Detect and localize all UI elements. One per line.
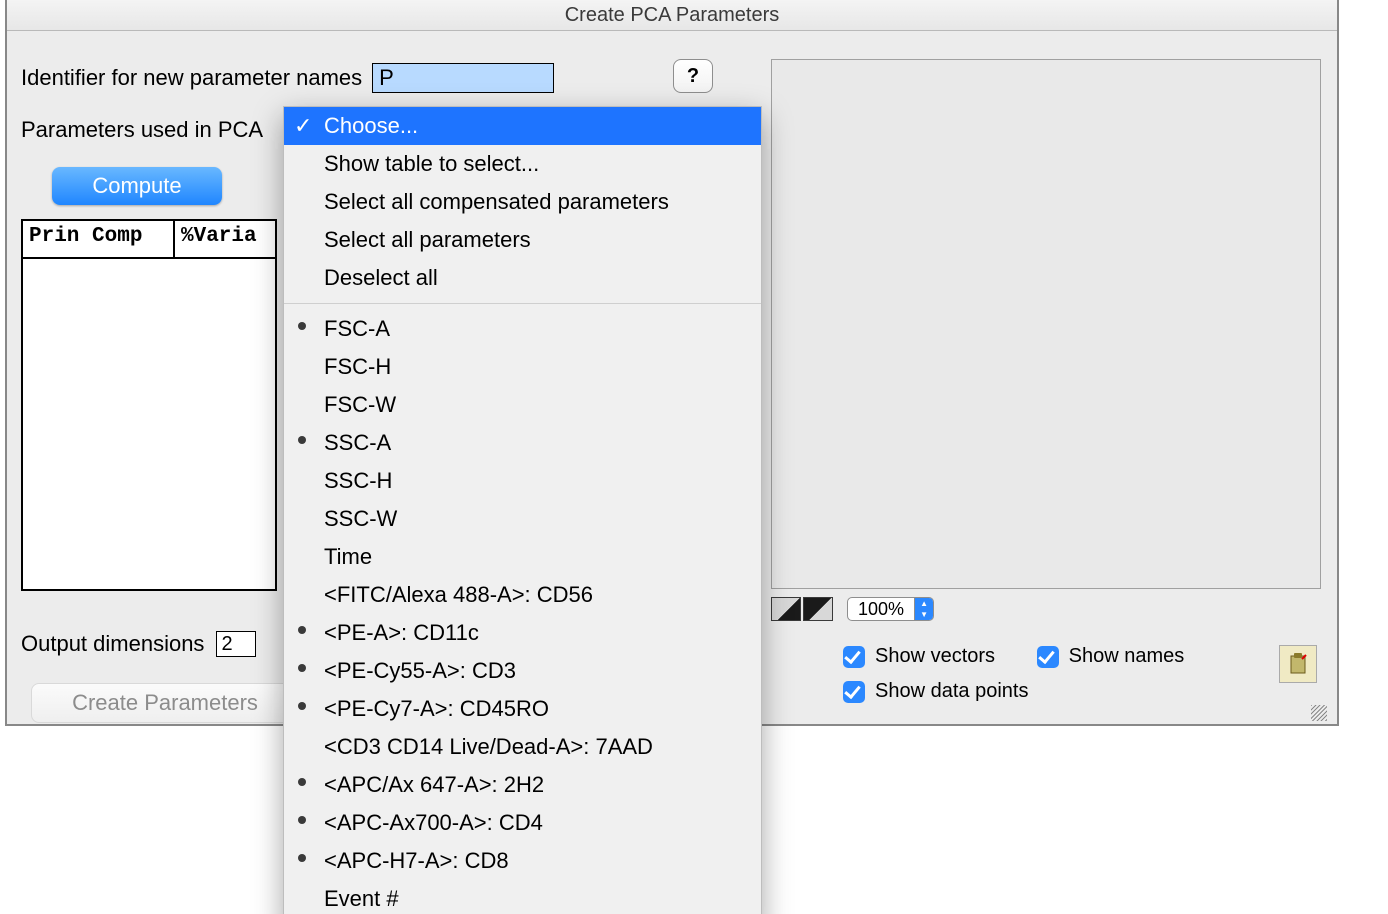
bullet-icon [298, 854, 306, 862]
menu-param[interactable]: FSC-H [284, 348, 761, 386]
menu-param[interactable]: <FITC/Alexa 488-A>: CD56 [284, 576, 761, 614]
bullet-icon [298, 702, 306, 710]
menu-param[interactable]: <APC-Ax700-A>: CD4 [284, 804, 761, 842]
help-button[interactable]: ? [673, 59, 713, 93]
menu-param[interactable]: <PE-A>: CD11c [284, 614, 761, 652]
zoom-value: 100% [848, 599, 914, 620]
bullet-icon [298, 626, 306, 634]
menu-param[interactable]: FSC-A [284, 310, 761, 348]
output-dimensions-input[interactable] [216, 631, 256, 657]
bullet-icon [298, 816, 306, 824]
bullet-icon [298, 664, 306, 672]
menu-param[interactable]: <CD3 CD14 Live/Dead-A>: 7AAD [284, 728, 761, 766]
resize-handle-icon[interactable] [1311, 705, 1327, 721]
menu-param[interactable]: SSC-W [284, 500, 761, 538]
chevron-up-icon[interactable]: ▲ [915, 598, 933, 609]
menu-show-table[interactable]: Show table to select... [284, 145, 761, 183]
menu-param[interactable]: SSC-A [284, 424, 761, 462]
bullet-icon [298, 436, 306, 444]
clipboard-button[interactable] [1279, 645, 1317, 683]
col-variance: %Varia [175, 221, 275, 257]
bullet-icon [298, 778, 306, 786]
dialog-title: Create PCA Parameters [7, 0, 1337, 31]
create-parameters-button[interactable]: Create Parameters [31, 683, 299, 723]
menu-param[interactable]: <PE-Cy55-A>: CD3 [284, 652, 761, 690]
check-icon [843, 681, 865, 703]
menu-param[interactable]: FSC-W [284, 386, 761, 424]
parameters-label: Parameters used in PCA [21, 117, 263, 143]
menu-param[interactable]: <APC-H7-A>: CD8 [284, 842, 761, 880]
zoom-mode-icon[interactable] [771, 597, 801, 621]
results-table: Prin Comp %Varia [21, 219, 277, 591]
menu-param[interactable]: <APC/Ax 647-A>: 2H2 [284, 766, 761, 804]
menu-select-all[interactable]: Select all parameters [284, 221, 761, 259]
bullet-icon [298, 322, 306, 330]
show-names-checkbox[interactable]: Show names [1037, 645, 1185, 668]
menu-param[interactable]: Time [284, 538, 761, 576]
menu-param[interactable]: Event # [284, 880, 761, 914]
menu-separator [284, 303, 761, 304]
menu-choose[interactable]: ✓ Choose... [284, 107, 761, 145]
show-data-points-checkbox[interactable]: Show data points [843, 680, 1028, 703]
parameters-dropdown-menu: ✓ Choose... Show table to select... Sele… [283, 106, 762, 914]
chevron-down-icon[interactable]: ▼ [915, 609, 933, 620]
col-prin-comp: Prin Comp [23, 221, 175, 257]
check-icon [1037, 646, 1059, 668]
zoom-stepper[interactable]: ▲ ▼ [914, 598, 933, 620]
checkmark-icon: ✓ [294, 111, 312, 141]
output-dimensions-label: Output dimensions [21, 631, 204, 657]
menu-param[interactable]: <PE-Cy7-A>: CD45RO [284, 690, 761, 728]
plot-canvas [771, 59, 1321, 589]
show-vectors-checkbox[interactable]: Show vectors [843, 645, 995, 668]
identifier-label: Identifier for new parameter names [21, 65, 362, 91]
menu-param[interactable]: SSC-H [284, 462, 761, 500]
menu-select-compensated[interactable]: Select all compensated parameters [284, 183, 761, 221]
zoom-mode-alt-icon[interactable] [803, 597, 833, 621]
check-icon [843, 646, 865, 668]
menu-deselect-all[interactable]: Deselect all [284, 259, 761, 297]
compute-button[interactable]: Compute [52, 167, 222, 205]
identifier-input[interactable] [372, 63, 554, 93]
zoom-select[interactable]: 100% ▲ ▼ [847, 597, 934, 621]
